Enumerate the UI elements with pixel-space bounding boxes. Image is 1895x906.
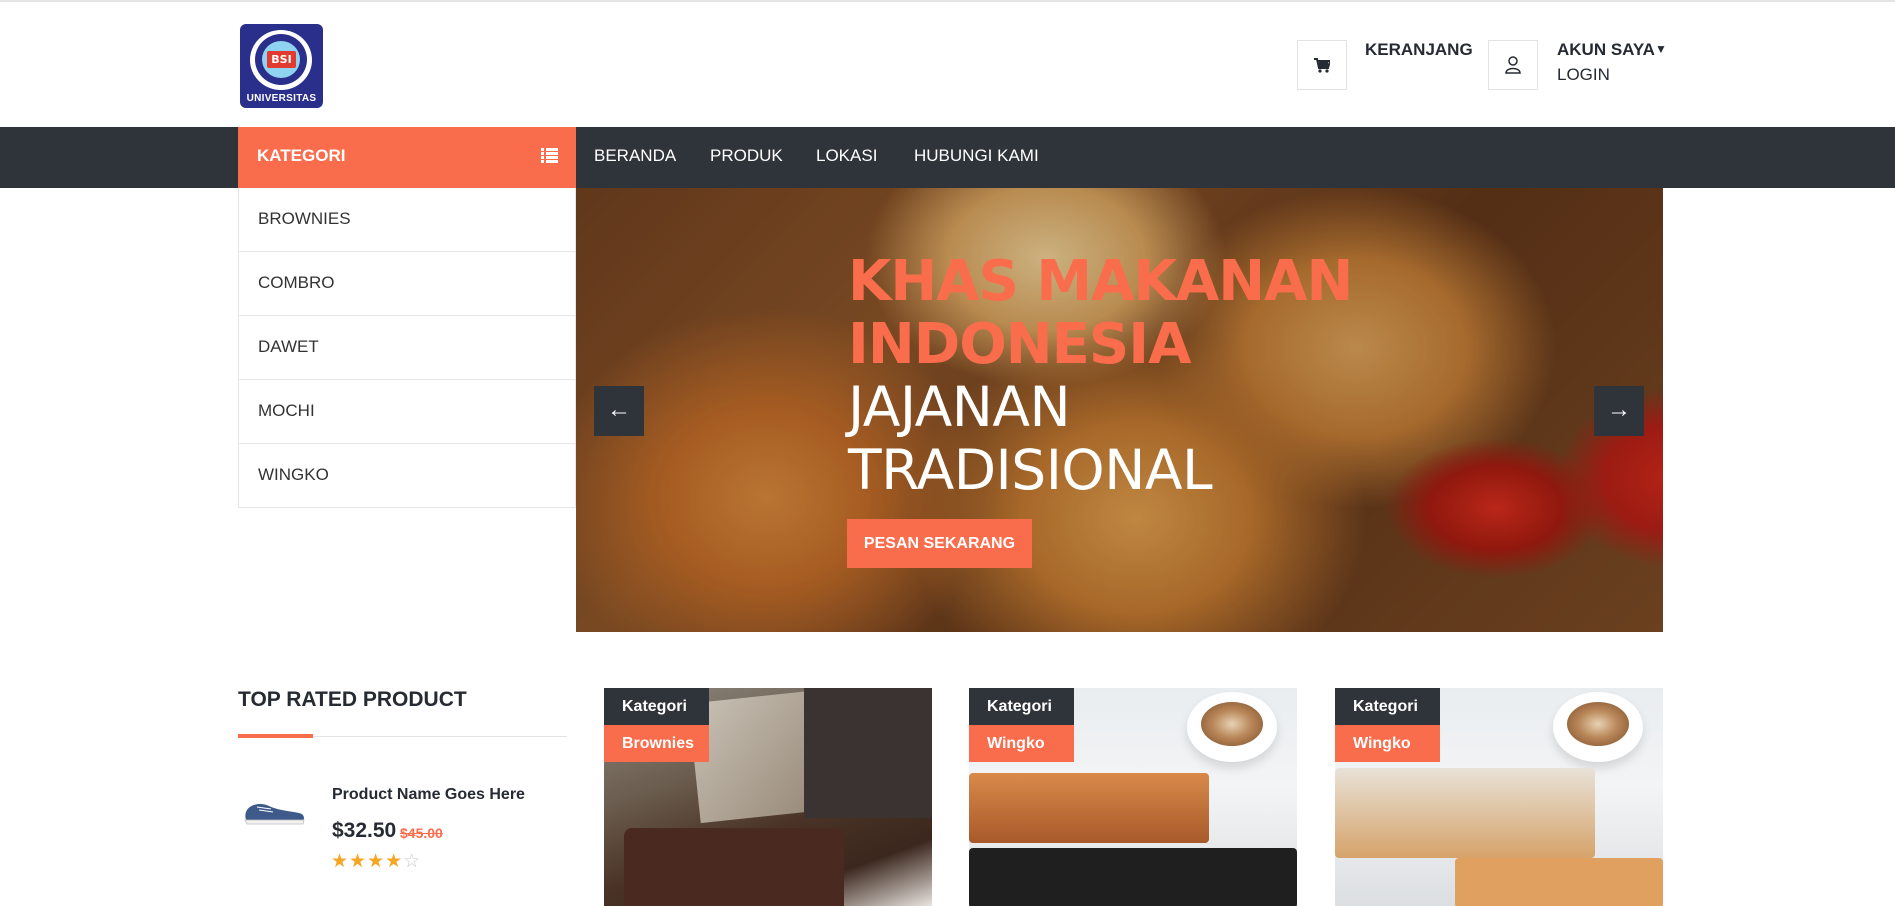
kategori-toggle[interactable]: KATEGORI [238,127,576,188]
star-icon: ★ [385,850,404,872]
top-rated-title: TOP RATED PRODUCT [238,688,467,711]
star-icon: ★ [349,850,368,872]
nav-beranda[interactable]: BERANDA [594,146,676,166]
product-old-price: $45.00 [400,825,443,841]
account-dropdown[interactable]: AKUN SAYA▼ [1557,40,1667,60]
category-item-wingko[interactable]: WINGKO [238,444,576,508]
account-label: AKUN SAYA [1557,40,1655,59]
category-item-dawet[interactable]: DAWET [238,316,576,380]
arrow-right-icon: → [1607,396,1631,423]
card-tag-label: Kategori [604,688,709,725]
product-name[interactable]: Product Name Goes Here [332,786,525,804]
category-item-mochi[interactable]: MOCHI [238,380,576,444]
account-button[interactable] [1488,40,1538,90]
shoe-thumbnail[interactable] [243,798,307,828]
star-icon: ★ [367,850,386,872]
nav-lokasi[interactable]: LOKASI [816,146,877,166]
product-rating: ★★★★☆ [331,850,421,872]
category-item-brownies[interactable]: BROWNIES [238,188,576,252]
order-now-button[interactable]: PESAN SEKARANG [847,519,1032,568]
product-card[interactable]: Kategori Wingko [1335,688,1663,906]
kategori-label: KATEGORI [257,146,346,165]
cart-button[interactable] [1297,40,1347,90]
slider-prev-button[interactable]: ← [594,386,644,436]
star-empty-icon: ☆ [403,850,422,872]
site-header: BSI UNIVERSITAS KERANJANG AKUN SAYA▼ LOG… [0,2,1895,127]
card-category[interactable]: Wingko [1335,725,1440,762]
product-card[interactable]: Kategori Brownies [604,688,932,906]
section-divider-accent [238,734,313,738]
nav-produk[interactable]: PRODUK [710,146,783,166]
logo-text: UNIVERSITAS [246,93,317,104]
caret-down-icon: ▼ [1654,42,1667,56]
nav-hubungi-kami[interactable]: HUBUNGI KAMI [914,146,1039,166]
university-logo[interactable]: BSI UNIVERSITAS [240,24,323,108]
product-card[interactable]: Kategori Wingko [969,688,1297,906]
list-icon [541,148,558,163]
card-tag-label: Kategori [1335,688,1440,725]
star-icon: ★ [331,850,350,872]
product-price: $32.50 [332,819,397,842]
hero-banner: KHAS MAKANAN INDONESIA JAJANAN TRADISION… [576,188,1663,632]
card-category[interactable]: Brownies [604,725,709,762]
login-link[interactable]: LOGIN [1557,65,1610,85]
user-icon [1505,56,1521,74]
cart-label[interactable]: KERANJANG [1365,40,1473,60]
arrow-left-icon: ← [607,396,631,423]
hero-title: KHAS MAKANAN INDONESIA [848,249,1353,377]
card-tag-label: Kategori [969,688,1074,725]
category-item-combro[interactable]: COMBRO [238,252,576,316]
card-category[interactable]: Wingko [969,725,1074,762]
coffee-cup [1187,692,1277,762]
category-list: BROWNIES COMBRO DAWET MOCHI WINGKO [238,188,576,508]
shopping-cart-icon [1314,57,1330,73]
coffee-cup [1553,692,1643,762]
hero-subtitle: JAJANAN TRADISIONAL [848,375,1213,502]
slider-next-button[interactable]: → [1594,386,1644,436]
